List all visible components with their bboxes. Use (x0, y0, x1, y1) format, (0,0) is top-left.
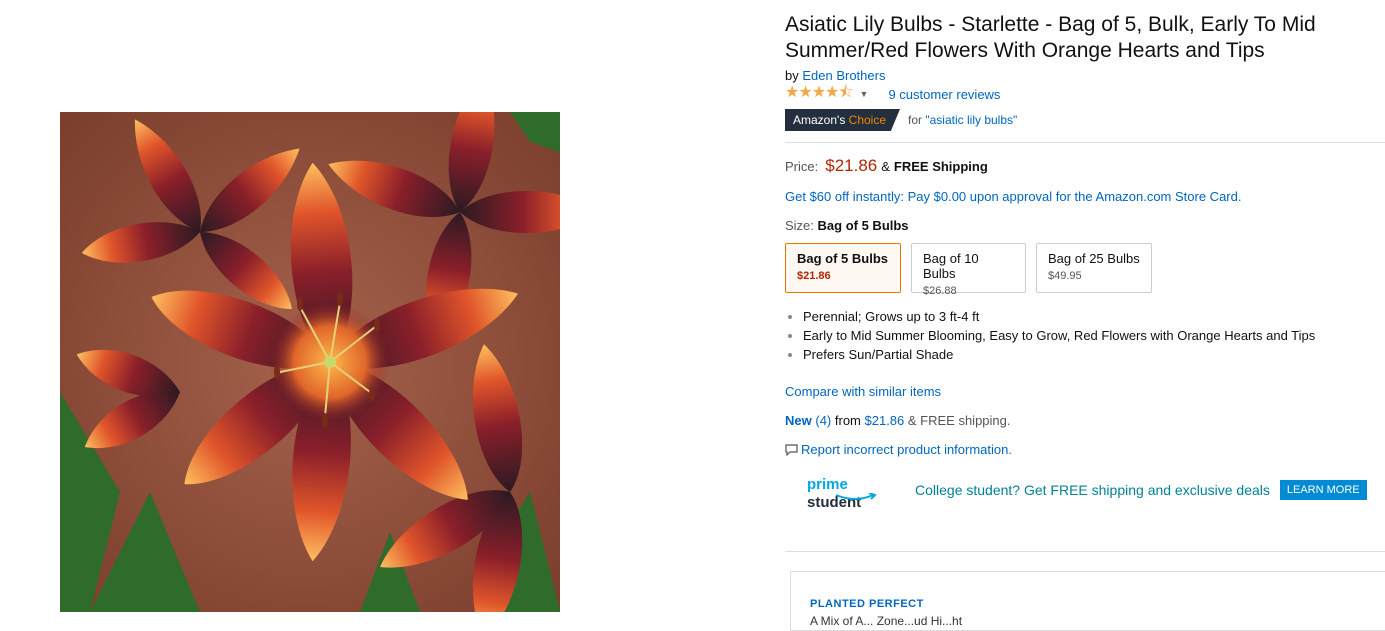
report-incorrect-info-link[interactable]: Report incorrect product information. (785, 442, 1012, 457)
size-option-name: Bag of 5 Bulbs (797, 251, 889, 266)
card-heading: PLANTED PERFECT (810, 598, 924, 610)
free-shipping-label: FREE Shipping (893, 159, 988, 174)
divider (785, 142, 1385, 143)
size-option-price: $26.88 (923, 285, 957, 297)
caret-down-icon[interactable]: ▼ (860, 89, 869, 99)
prime-student-message[interactable]: College student? Get FREE shipping and e… (915, 482, 1270, 498)
new-offers-link[interactable]: New (785, 413, 812, 428)
choice-for-prefix: for (908, 113, 923, 127)
size-options: Bag of 5 Bulbs $21.86 Bag of 10 Bulbs $2… (785, 243, 1152, 297)
feature-bullet: Early to Mid Summer Blooming, Easy to Gr… (803, 326, 1315, 345)
card-text: A Mix of A... Zone...ud Hi...ht (810, 614, 963, 628)
planted-perfect-card: PLANTED PERFECT A Mix of A... Zone...ud … (790, 571, 1385, 631)
new-offers-count[interactable]: (4) (815, 413, 831, 428)
choice-for-text: for "asiatic lily bulbs" (908, 113, 1017, 127)
size-option-bag-of-5[interactable]: Bag of 5 Bulbs $21.86 (785, 243, 901, 293)
from-prefix: from (834, 413, 861, 428)
amazons-choice-badge[interactable]: Amazon's Choice (785, 109, 901, 131)
product-image[interactable] (60, 112, 560, 612)
rating-row: ★★★★⯪ ▼ 9 customer reviews (785, 84, 1000, 103)
choice-query-link[interactable]: "asiatic lily bulbs" (925, 113, 1017, 127)
feature-bullets: Perennial; Grows up to 3 ft-4 ft Early t… (785, 307, 1315, 364)
speech-bubble-icon (785, 443, 798, 456)
size-option-bag-of-10[interactable]: Bag of 10 Bulbs $26.88 (911, 243, 1026, 297)
size-option-name: Bag of 10 Bulbs (923, 251, 979, 281)
badge-amazons: Amazon's (793, 113, 846, 127)
size-label: Size: Bag of 5 Bulbs (785, 218, 909, 233)
price-value: $21.86 (825, 156, 878, 175)
size-selected-value: Bag of 5 Bulbs (817, 218, 909, 233)
divider (785, 551, 1385, 552)
size-option-name: Bag of 25 Bulbs (1048, 251, 1140, 266)
prime-student-banner[interactable]: prime student College student? Get FREE … (807, 476, 1367, 511)
prime-student-logo: prime student (807, 476, 905, 511)
product-title: Asiatic Lily Bulbs - Starlette - Bag of … (785, 13, 1316, 62)
star-rating-icon[interactable]: ★★★★⯪ (785, 81, 854, 108)
compare-similar-link[interactable]: Compare with similar items (785, 384, 941, 399)
price-row: Price: $21.86 & FREE Shipping (785, 156, 988, 176)
from-price-link[interactable]: $21.86 (865, 413, 905, 428)
feature-bullet: Prefers Sun/Partial Shade (803, 345, 1315, 364)
price-amp: & (881, 159, 890, 174)
store-card-promo-link[interactable]: Get $60 off instantly: Pay $0.00 upon ap… (785, 189, 1241, 204)
learn-more-button[interactable]: LEARN MORE (1279, 480, 1367, 500)
offers-suffix: & FREE shipping. (907, 413, 1011, 428)
customer-reviews-link[interactable]: 9 customer reviews (888, 87, 1000, 102)
size-label-text: Size: (785, 218, 814, 233)
amazons-choice-row: Amazon's Choice for "asiatic lily bulbs" (785, 109, 1017, 131)
badge-choice: Choice (848, 113, 887, 127)
feature-bullet: Perennial; Grows up to 3 ft-4 ft (803, 307, 1315, 326)
prime-word: prime (807, 476, 848, 493)
new-offers-row: New (4) from $21.86 & FREE shipping. (785, 413, 1011, 428)
size-option-price: $49.95 (1048, 270, 1082, 282)
lily-photo (60, 112, 560, 612)
price-label: Price: (785, 159, 819, 174)
size-option-price: $21.86 (797, 270, 831, 282)
size-option-bag-of-25[interactable]: Bag of 25 Bulbs $49.95 (1036, 243, 1152, 293)
smile-arrow-icon (835, 493, 877, 500)
report-link-text: Report incorrect product information. (801, 442, 1012, 457)
